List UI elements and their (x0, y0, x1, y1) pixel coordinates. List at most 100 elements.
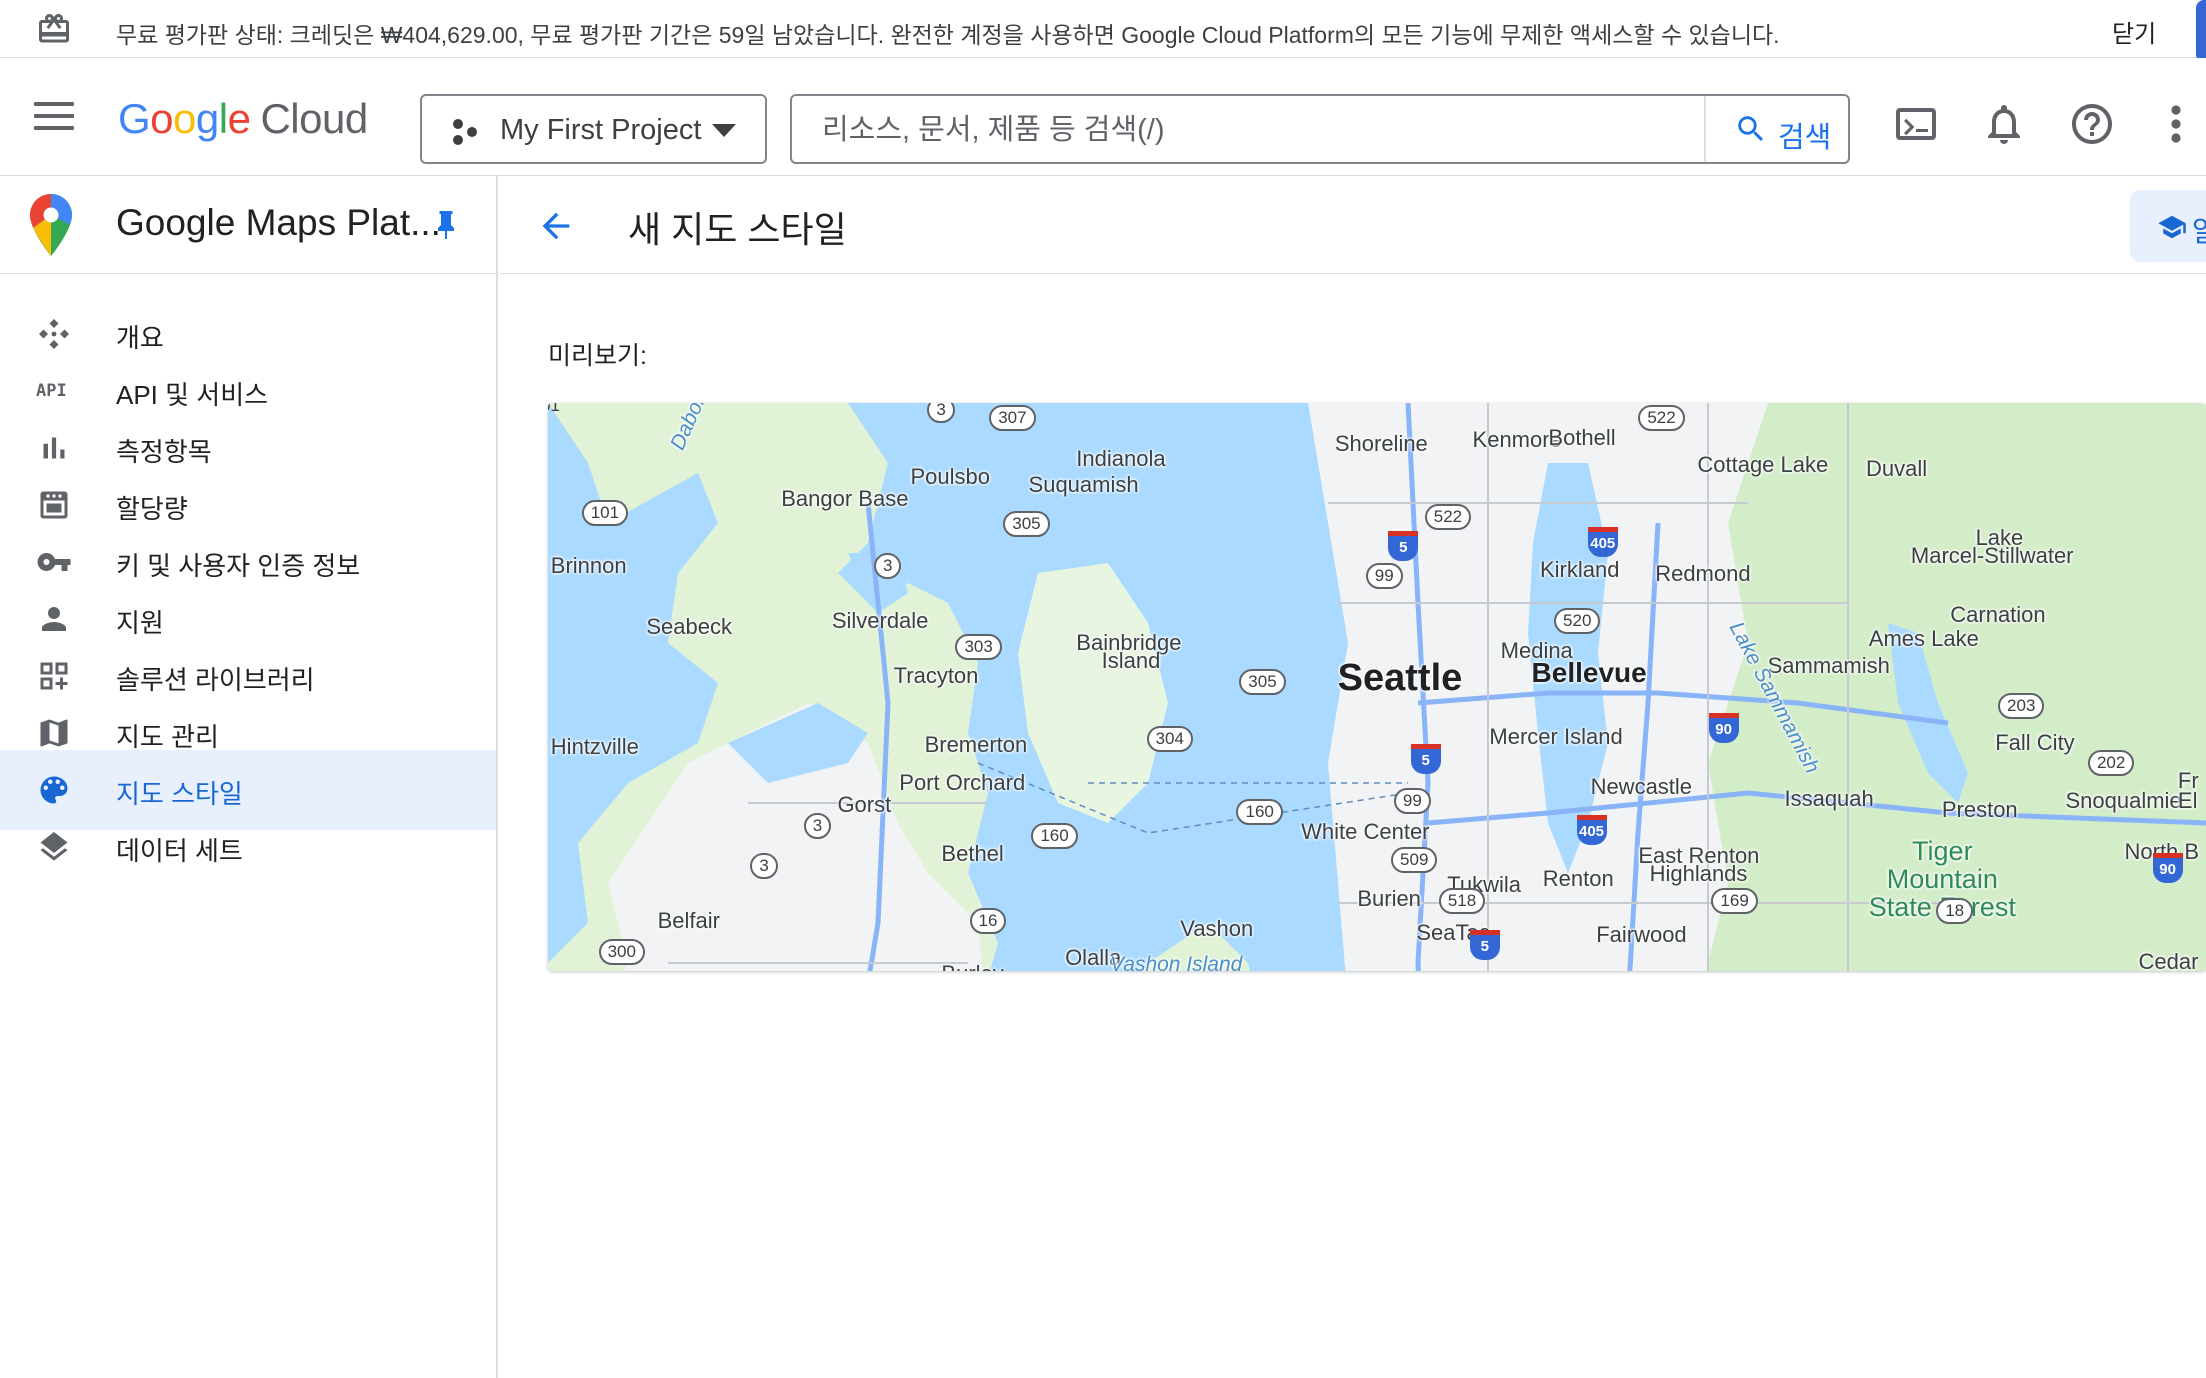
route-shield: 304 (1146, 725, 1193, 752)
map-label-el: El (2177, 788, 2198, 814)
map-label-hintzville: Hintzville (550, 733, 639, 759)
map-label-bremerton: Bremerton (924, 731, 1028, 757)
map-label-tracyton: Tracyton (893, 662, 979, 688)
more-vert-icon[interactable] (2156, 100, 2196, 148)
overview-icon (39, 319, 69, 349)
interstate-shield: 90 (2152, 853, 2183, 884)
route-shield: 16 (969, 908, 1007, 935)
map-label-port-orchard: Port Orchard (899, 770, 1026, 796)
map-label-bangor-base: Bangor Base (781, 486, 909, 512)
pin-icon[interactable] (434, 210, 458, 240)
top-header: GoogleCloud My First Project 검색 (0, 58, 2206, 176)
route-shield: 101 (581, 500, 629, 527)
route-shield: 307 (989, 405, 1036, 432)
google-wordmark: Google (118, 95, 251, 142)
map-label-burley: Burley (941, 961, 1003, 971)
project-name: My First Project (500, 114, 702, 146)
learn-button[interactable]: 알 (2130, 190, 2206, 262)
map-label-fairwood: Fairwood (1596, 922, 1687, 948)
map-label-brinnon: Brinnon (550, 553, 627, 579)
map-label-snoqualmie: Snoqualmie (2065, 788, 2182, 814)
map-label-seabeck: Seabeck (646, 613, 732, 639)
route-shield: 99 (1365, 563, 1403, 590)
project-picker[interactable]: My First Project (420, 94, 767, 164)
google-cloud-logo[interactable]: Google Cloud (118, 95, 368, 143)
map-label-bainbridge-2: Island (1101, 648, 1161, 674)
route-shield: 520 (1554, 607, 1601, 634)
map-label-suquamish: Suquamish (1028, 471, 1139, 497)
interstate-shield: 5 (1469, 930, 1500, 961)
preview-label: 미리보기: (548, 342, 647, 370)
land-bainbridge (1018, 563, 1168, 823)
search-bar: 검색 (790, 94, 1850, 164)
search-input[interactable] (820, 110, 1720, 150)
map-label-poulsbo: Poulsbo (910, 463, 991, 489)
route-shield: 303 (955, 634, 1002, 661)
map-label-lake-marcel-2: Marcel-Stillwater (1910, 542, 2074, 568)
map-label-vashon: Vashon (1180, 916, 1254, 942)
api-icon: API (36, 381, 67, 401)
menu-icon[interactable] (34, 102, 74, 132)
map-label-mercer-island: Mercer Island (1489, 723, 1623, 749)
sidebar-item-label: 개요 (116, 323, 164, 353)
map-label-duvall: Duvall (1865, 455, 1928, 481)
interstate-shield: 5 (1410, 743, 1441, 774)
interstate-shield: 90 (1708, 713, 1739, 744)
layers-icon (40, 832, 68, 861)
learn-button-label: 알 (2192, 216, 2206, 247)
route-shield: 522 (1424, 504, 1472, 531)
back-arrow-icon[interactable] (536, 206, 576, 246)
product-sidebar: Google Maps Plat... 개요 API API 및 서비스 측정항… (0, 176, 498, 1378)
map-label-issaquah: Issaquah (1784, 786, 1874, 812)
trial-banner: 무료 평가판 상태: 크레딧은 ₩404,629.00, 무료 평가판 기간은 … (0, 0, 2206, 62)
sidebar-item-label: 할당량 (116, 494, 188, 524)
route-shield: 169 (1711, 887, 1758, 914)
route-shield: 160 (1236, 798, 1283, 825)
cloud-wordmark: Cloud (260, 95, 368, 142)
route-shield: 160 (1031, 822, 1078, 849)
help-icon[interactable] (2068, 100, 2116, 148)
route-shield: 518 (1438, 887, 1486, 914)
route-shield: 305 (1239, 668, 1286, 695)
maps-platform-logo-icon (30, 194, 72, 256)
page-header: 새 지도 스타일 알 (500, 176, 2206, 274)
sidebar-item-label: 지도 스타일 (116, 779, 243, 809)
sidebar-item-label: 지도 관리 (116, 722, 219, 752)
map-label-renton: Renton (1542, 865, 1614, 891)
sidebar-item-label: 측정항목 (116, 437, 212, 467)
search-button[interactable]: 검색 (1706, 96, 1848, 162)
sidebar-item-label: 솔루션 라이브러리 (116, 665, 315, 695)
map-label-shoreline: Shoreline (1334, 431, 1428, 457)
sidebar-item-label: 지원 (116, 608, 164, 638)
map-label-medina: Medina (1500, 638, 1573, 664)
interstate-shield: 405 (1587, 526, 1618, 557)
map-label-gorst: Gorst (837, 792, 892, 818)
page-title: 새 지도 스타일 (628, 209, 847, 250)
person-icon (42, 607, 66, 631)
bar-chart-icon (43, 437, 65, 459)
close-banner-button[interactable]: 닫기 (2112, 14, 2156, 49)
banner-action-edge[interactable] (2196, 0, 2206, 62)
sidebar-item-label: 데이터 세트 (116, 836, 243, 866)
map-preview[interactable]: Seattle Bellevue Shoreline Kenmore Bothe… (548, 403, 2206, 971)
map-label-indianola: Indianola (1076, 445, 1166, 471)
map-label-preston: Preston (1941, 796, 2018, 822)
main-content: 새 지도 스타일 알 미리보기: Seattle Bellevue Shorel… (500, 176, 2206, 1378)
notifications-icon[interactable] (1980, 100, 2028, 148)
route-shield: 203 (1998, 693, 2045, 720)
interstate-shield: 5 (1388, 530, 1419, 561)
cloud-shell-icon[interactable] (1892, 100, 1940, 148)
map-label-east-renton-2: Highlands (1649, 861, 1748, 887)
sidebar-header: Google Maps Plat... (0, 176, 496, 274)
sidebar-item-label: API 및 서비스 (116, 380, 269, 410)
sidebar-item-datasets[interactable]: 데이터 세트 (0, 807, 496, 887)
sidebar-item-label: 키 및 사용자 인증 정보 (116, 551, 361, 581)
map-label-fall-city: Fall City (1995, 729, 2075, 755)
map-label-kirkland: Kirkland (1539, 557, 1620, 583)
route-shield: 305 (1003, 510, 1050, 537)
key-icon (37, 553, 71, 571)
route-shield: 300 (598, 938, 645, 965)
map-label-bothell: Bothell (1548, 425, 1616, 451)
map-label-white-center: White Center (1301, 818, 1430, 844)
map-label-redmond: Redmond (1655, 561, 1751, 587)
